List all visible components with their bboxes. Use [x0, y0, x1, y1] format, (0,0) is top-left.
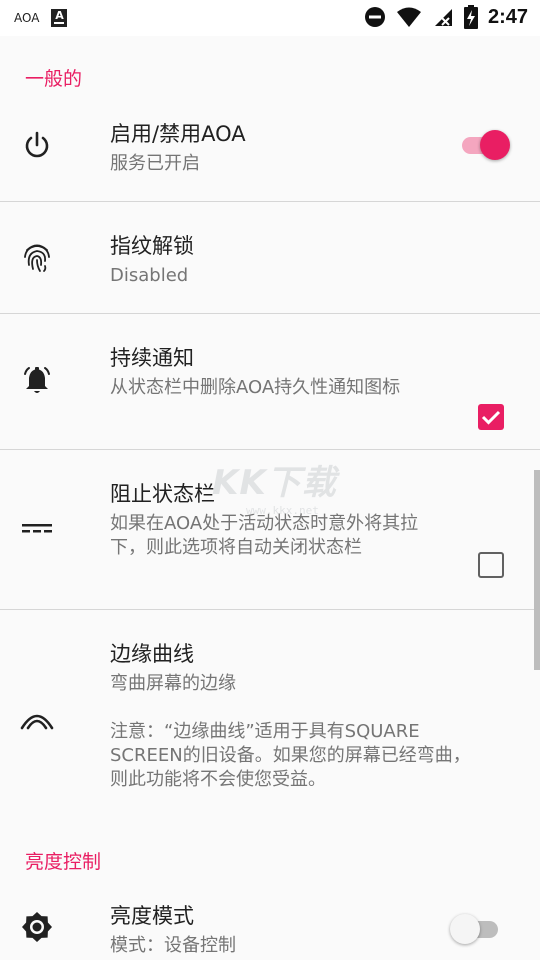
brightness-icon	[20, 910, 54, 944]
setting-subtitle: Disabled	[110, 265, 189, 286]
setting-title: 亮度模式	[110, 904, 194, 928]
power-icon	[20, 128, 54, 162]
switch-thumb	[450, 914, 480, 944]
status-bar-left: AOA A	[14, 9, 68, 27]
status-bar-right: 2:47	[364, 5, 528, 29]
settings-list: 一般的 启用/禁用AOA 服务已开启 指纹解锁 Disabled 持续通知 从状…	[0, 36, 540, 960]
section-header-general: 一般的	[25, 68, 83, 90]
setting-aoa-toggle[interactable]: 启用/禁用AOA 服务已开启	[0, 102, 540, 202]
switch-thumb	[480, 130, 510, 160]
scrollbar-thumb[interactable]	[534, 470, 540, 670]
status-bar-time: 2:47	[487, 5, 528, 28]
setting-subtitle: 弯曲屏幕的边缘	[110, 673, 236, 694]
block-status-bar-checkbox[interactable]	[478, 552, 504, 578]
aoa-toggle-switch[interactable]	[458, 130, 510, 160]
brightness-mode-switch[interactable]	[450, 914, 502, 944]
fingerprint-icon	[20, 240, 54, 274]
persistent-notification-checkbox[interactable]	[478, 404, 504, 430]
setting-block-status-bar[interactable]: 阻止状态栏 如果在AOA处于活动状态时意外将其拉下，则此选项将自动关闭状态栏	[0, 450, 540, 610]
setting-persistent-notification[interactable]: 持续通知 从状态栏中删除AOA持久性通知图标	[0, 314, 540, 449]
bell-icon	[20, 364, 54, 398]
setting-brightness-mode[interactable]: 亮度模式 模式：设备控制	[0, 886, 540, 960]
setting-edge-curve[interactable]: 边缘曲线 弯曲屏幕的边缘 注意：“边缘曲线”适用于具有SQUARE SCREEN…	[0, 610, 540, 810]
setting-title: 启用/禁用AOA	[110, 122, 246, 146]
setting-subtitle: 服务已开启	[110, 153, 200, 174]
setting-title: 指纹解锁	[110, 234, 194, 258]
battery-charging-icon	[463, 5, 478, 29]
do-not-disturb-icon	[364, 7, 385, 27]
dashed-line-icon	[20, 512, 54, 546]
edge-arc-icon	[20, 696, 54, 730]
check-icon	[481, 410, 501, 425]
setting-title: 持续通知	[110, 346, 194, 370]
status-bar-app-label: AOA	[14, 11, 40, 25]
a-badge-icon: A	[51, 9, 68, 27]
setting-title: 阻止状态栏	[110, 482, 215, 506]
wifi-icon	[396, 7, 421, 27]
setting-subtitle: 模式：设备控制	[110, 935, 236, 956]
setting-subtitle: 从状态栏中删除AOA持久性通知图标	[110, 377, 401, 398]
setting-subtitle: 如果在AOA处于活动状态时意外将其拉下，则此选项将自动关闭状态栏	[110, 513, 419, 558]
setting-note: 注意：“边缘曲线”适用于具有SQUARE SCREEN的旧设备。如果您的屏幕已经…	[110, 721, 471, 790]
setting-fingerprint[interactable]: 指纹解锁 Disabled	[0, 202, 540, 314]
no-sim-icon	[434, 9, 452, 26]
section-header-brightness: 亮度控制	[25, 851, 102, 873]
setting-title: 边缘曲线	[110, 642, 194, 666]
status-bar: AOA A 2:47	[0, 0, 540, 36]
